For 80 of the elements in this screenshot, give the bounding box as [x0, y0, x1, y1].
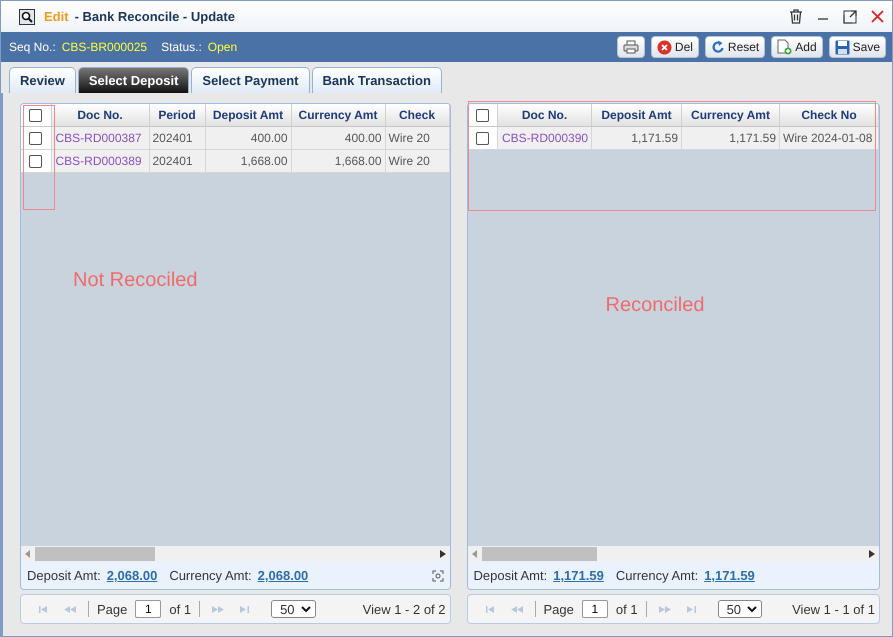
page-label: Page: [97, 602, 128, 616]
column-header[interactable]: Currency Amt: [682, 104, 780, 126]
total-label: Deposit Amt:: [474, 568, 548, 583]
tab[interactable]: Select Payment: [191, 67, 310, 93]
total-value[interactable]: 2,068.00: [106, 568, 158, 583]
save-button[interactable]: Save: [828, 36, 886, 58]
column-header[interactable]: Deposit Amt: [205, 104, 291, 126]
total-label: Deposit Amt:: [27, 568, 101, 583]
table-cell: 1,668.00: [291, 150, 385, 172]
doc-link[interactable]: CBS-RD000387: [51, 126, 149, 150]
close-icon[interactable]: [871, 10, 884, 23]
view-range: View 1 - 1 of 1: [792, 602, 875, 616]
scroll-right-icon[interactable]: [869, 550, 875, 558]
delete-button[interactable]: Del: [650, 36, 699, 58]
column-header[interactable]: Period: [149, 104, 205, 126]
table-cell: 202401: [149, 126, 205, 150]
table-cell: 400.00: [291, 126, 385, 150]
horizontal-scrollbar[interactable]: [21, 546, 450, 562]
tab[interactable]: Review: [9, 67, 76, 93]
total-value[interactable]: 2,068.00: [258, 568, 308, 583]
column-header[interactable]: Deposit Amt: [592, 104, 682, 126]
total-label: Currency Amt:: [616, 568, 698, 583]
page-size-select[interactable]: 50: [718, 600, 762, 618]
page-count: of 1: [616, 602, 638, 616]
page-label: Page: [544, 602, 574, 616]
chevron-down-icon: [747, 606, 758, 612]
add-button[interactable]: Add: [771, 36, 823, 58]
column-header[interactable]: Doc No.: [498, 104, 592, 126]
status-value: Open: [208, 40, 238, 54]
table-cell: 400.00: [205, 126, 291, 150]
trash-icon[interactable]: [789, 9, 803, 24]
page-size-select[interactable]: 50: [271, 600, 316, 618]
total-value[interactable]: 1,171.59: [553, 568, 604, 583]
window-title: - Bank Reconcile - Update: [74, 9, 235, 24]
total-label: Currency Amt:: [169, 568, 252, 583]
add-document-icon: [777, 39, 792, 55]
row-checkbox[interactable]: [476, 132, 489, 146]
horizontal-scrollbar[interactable]: [468, 546, 879, 562]
printer-icon: [622, 40, 639, 54]
page-input[interactable]: 1: [135, 600, 162, 618]
doc-link[interactable]: CBS-RD000389: [51, 150, 149, 172]
delete-icon: [656, 40, 672, 54]
column-header[interactable]: Check: [385, 104, 450, 126]
tab[interactable]: Bank Transaction: [312, 67, 442, 93]
magnifier-icon: [19, 8, 35, 24]
view-range: View 1 - 2 of 2: [362, 602, 446, 616]
annotation-text: Not Recociled: [73, 269, 198, 292]
expand-icon[interactable]: [432, 570, 444, 582]
table-cell: Wire 20: [385, 150, 450, 172]
maximize-icon[interactable]: [843, 10, 857, 24]
total-value[interactable]: 1,171.59: [704, 568, 755, 583]
window-mode: Edit: [44, 9, 69, 24]
scroll-right-icon[interactable]: [440, 550, 446, 558]
page-input[interactable]: 1: [582, 600, 608, 618]
column-header[interactable]: Currency Amt: [291, 104, 385, 126]
seq-label: Seq No.:: [9, 40, 56, 54]
page-count: of 1: [169, 602, 192, 616]
row-checkbox[interactable]: [29, 155, 42, 168]
refresh-icon: [710, 40, 725, 54]
table-cell: Wire 2024-01-08: [780, 126, 878, 150]
column-header[interactable]: Check No: [780, 104, 878, 126]
reset-button[interactable]: Reset: [704, 36, 766, 58]
doc-link[interactable]: CBS-RD000390: [498, 126, 592, 150]
select-all-checkbox[interactable]: [29, 109, 42, 122]
print-button[interactable]: [616, 36, 645, 58]
table-cell: 1,171.59: [592, 126, 682, 150]
status-label: Status.:: [161, 40, 202, 54]
select-all-checkbox[interactable]: [476, 109, 489, 122]
tab[interactable]: Select Deposit: [78, 67, 190, 93]
scroll-left-icon[interactable]: [472, 550, 478, 558]
chevron-down-icon: [300, 606, 311, 612]
table-cell: 1,668.00: [205, 150, 291, 172]
seq-value: CBS-BR000025: [62, 40, 148, 54]
annotation-text: Reconciled: [606, 294, 704, 317]
table-cell: 202401: [149, 150, 205, 172]
table-cell: 1,171.59: [682, 126, 780, 150]
scroll-left-icon[interactable]: [25, 550, 31, 558]
row-checkbox[interactable]: [29, 132, 42, 146]
column-header[interactable]: Doc No.: [51, 104, 149, 126]
table-cell: Wire 20: [385, 126, 450, 150]
